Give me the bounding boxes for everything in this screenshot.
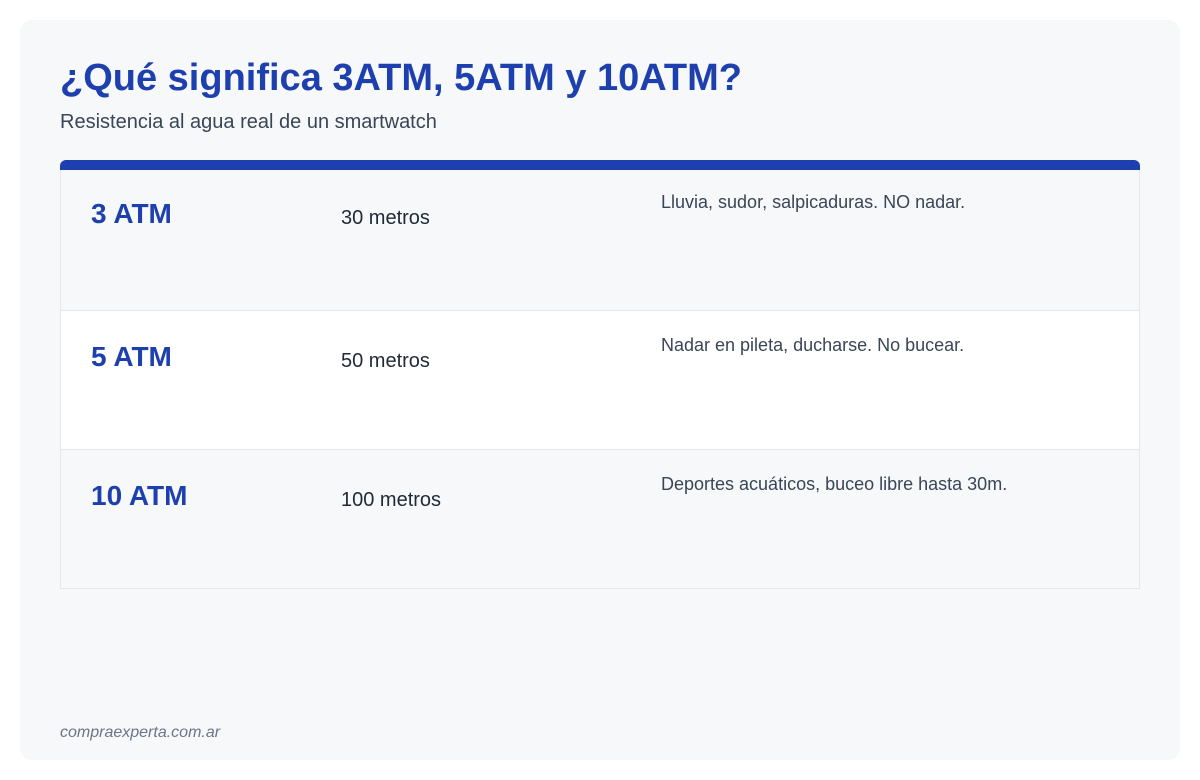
depth-value: 100 metros xyxy=(341,489,442,511)
atm-level: 10 ATM xyxy=(91,480,188,511)
table-row: 3 ATM 30 metros Lluvia, sudor, salpicadu… xyxy=(61,170,1139,310)
atm-level: 5 ATM xyxy=(91,341,172,372)
table-body: 3 ATM 30 metros Lluvia, sudor, salpicadu… xyxy=(60,170,1140,589)
table-row: 10 ATM 100 metros Deportes acuáticos, bu… xyxy=(61,449,1139,588)
depth-value: 50 metros xyxy=(341,350,430,372)
table-row: 5 ATM 50 metros Nadar en pileta, duchars… xyxy=(61,310,1139,449)
depth-value: 30 metros xyxy=(341,207,430,229)
usage-description: Lluvia, sudor, salpicaduras. NO nadar. xyxy=(661,192,966,212)
infographic-card: ¿Qué significa 3ATM, 5ATM y 10ATM? Resis… xyxy=(20,20,1180,760)
page-subtitle: Resistencia al agua real de un smartwatc… xyxy=(60,111,437,133)
usage-description: Deportes acuáticos, buceo libre hasta 30… xyxy=(661,474,1008,494)
source-footer: compraexperta.com.ar xyxy=(60,724,221,741)
atm-level: 3 ATM xyxy=(91,198,172,229)
table-accent-bar xyxy=(60,160,1140,170)
usage-description: Nadar en pileta, ducharse. No bucear. xyxy=(661,335,965,355)
page-title: ¿Qué significa 3ATM, 5ATM y 10ATM? xyxy=(60,57,742,99)
atm-table: 3 ATM 30 metros Lluvia, sudor, salpicadu… xyxy=(60,160,1140,589)
